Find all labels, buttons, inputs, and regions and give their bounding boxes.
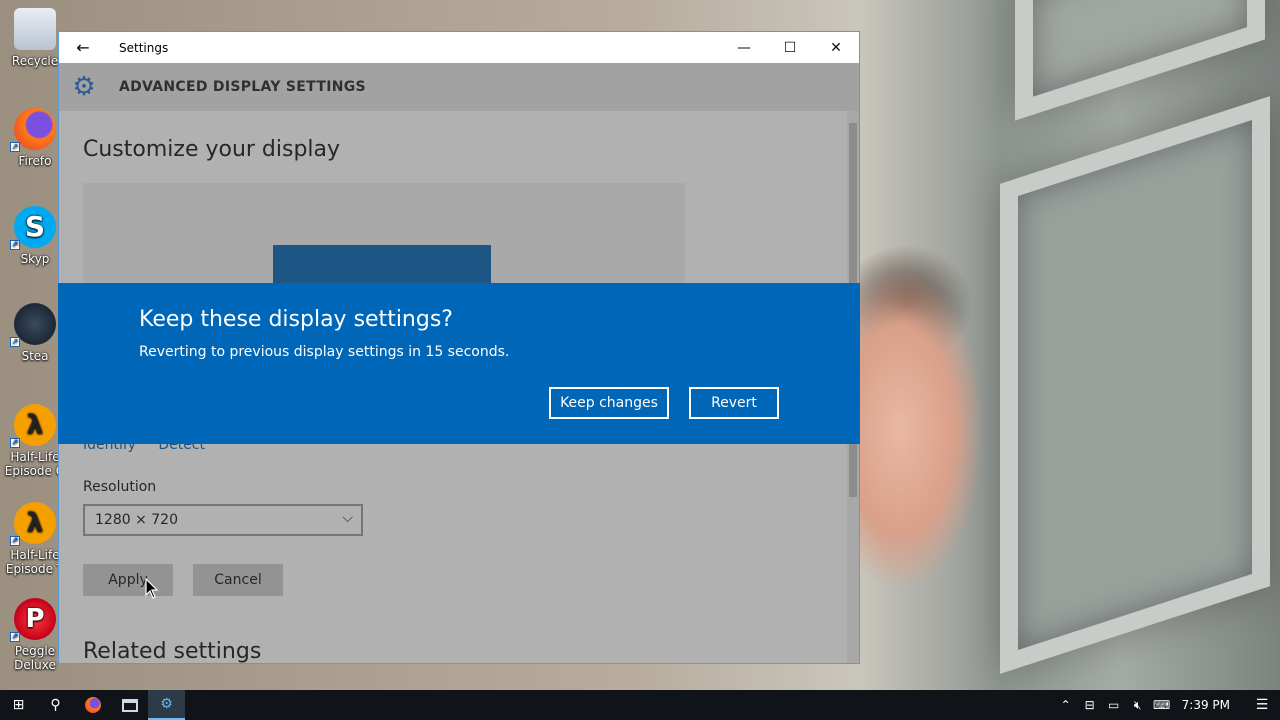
firefox-icon: ↗ xyxy=(10,108,56,152)
keep-changes-button[interactable]: Keep changes xyxy=(549,387,669,419)
half-life-icon: λ ↗ xyxy=(10,502,56,546)
background-door-panel xyxy=(1000,96,1270,674)
dialog-title: Keep these display settings? xyxy=(139,307,453,332)
skype-icon: S ↗ xyxy=(10,206,56,250)
windows-logo-icon: ⊞ xyxy=(12,697,25,713)
minimize-icon: — xyxy=(737,39,751,56)
dialog-message: Reverting to previous display settings i… xyxy=(139,344,510,360)
desktop-icon-label: Firefo xyxy=(18,154,52,168)
revert-button[interactable]: Revert xyxy=(689,387,779,419)
half-life-icon: λ ↗ xyxy=(10,404,56,448)
taskbar-settings[interactable]: ⚙ xyxy=(148,690,185,720)
peggle-icon: P ↗ xyxy=(10,598,56,642)
desktop-icon-label: Stea xyxy=(21,349,49,363)
search-button[interactable]: ⚲ xyxy=(37,690,74,720)
system-tray: ⌃ ⊟ ▭ 🔇︎ ⌨ 7:39 PM ☰ xyxy=(1054,690,1280,720)
clock[interactable]: 7:39 PM xyxy=(1174,698,1244,712)
close-button[interactable]: ✕ xyxy=(813,32,859,63)
desktop-icon-label: Half-Life Episode T xyxy=(5,548,65,576)
network-icon[interactable]: ⊟ xyxy=(1078,698,1102,712)
close-icon: ✕ xyxy=(830,39,842,56)
taskbar-app[interactable] xyxy=(111,690,148,720)
desktop-icon-label: Recycle xyxy=(11,54,59,68)
keep-settings-dialog: Keep these display settings? Reverting t… xyxy=(58,283,860,444)
desktop-icon-label: Skyp xyxy=(20,252,50,266)
desktop-icon-label: Half-Life Episode O xyxy=(4,450,66,478)
back-arrow-icon: ← xyxy=(76,38,90,57)
start-button[interactable]: ⊞ xyxy=(0,690,37,720)
back-button[interactable]: ← xyxy=(59,32,107,63)
firefox-icon xyxy=(84,697,101,713)
window-app-icon xyxy=(121,698,138,712)
background-door-panel xyxy=(1015,0,1265,121)
steam-icon: ↗ xyxy=(10,303,56,347)
volume-muted-icon[interactable]: 🔇︎ xyxy=(1126,698,1150,713)
search-icon: ⚲ xyxy=(50,697,61,713)
keyboard-icon[interactable]: ⌨ xyxy=(1150,698,1174,712)
title-bar: ← Settings — ☐ ✕ xyxy=(59,32,859,63)
battery-icon[interactable]: ▭ xyxy=(1102,698,1126,712)
maximize-button[interactable]: ☐ xyxy=(767,32,813,63)
window-title: Settings xyxy=(119,40,169,55)
taskbar-firefox[interactable] xyxy=(74,690,111,720)
notifications-icon[interactable]: ☰ xyxy=(1244,697,1280,713)
recycle-bin-icon xyxy=(14,8,56,50)
chevron-up-icon[interactable]: ⌃ xyxy=(1054,698,1078,712)
minimize-button[interactable]: — xyxy=(721,32,767,63)
mouse-cursor-icon xyxy=(145,578,159,599)
maximize-icon: ☐ xyxy=(783,39,797,56)
desktop-icon-label: Peggle Deluxe xyxy=(14,644,56,672)
gear-icon: ⚙ xyxy=(160,696,173,712)
taskbar: ⊞ ⚲ ⚙ ⌃ ⊟ ▭ 🔇︎ ⌨ 7:39 PM ☰ xyxy=(0,690,1280,720)
